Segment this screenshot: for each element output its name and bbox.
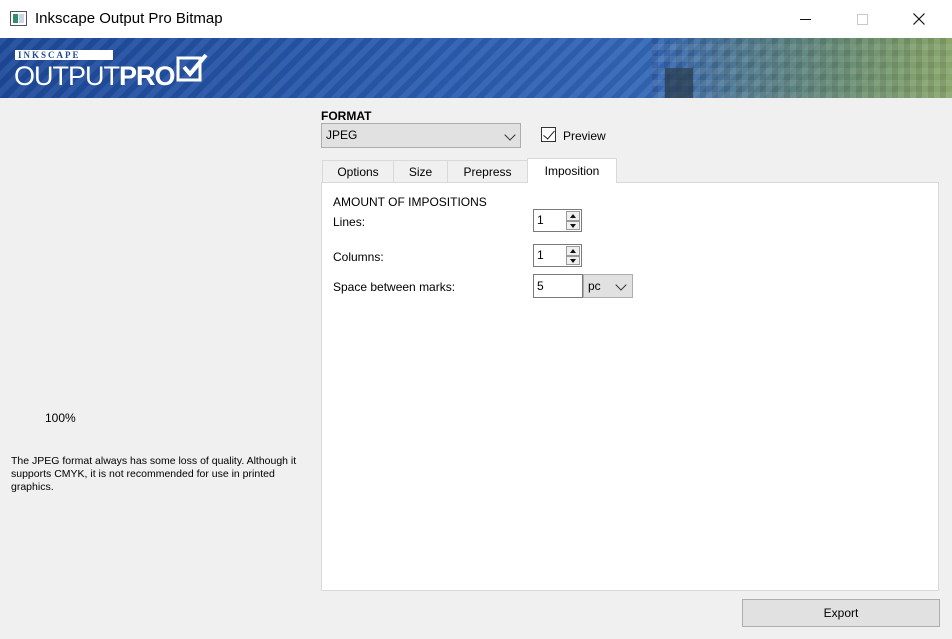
minimize-icon <box>799 18 811 20</box>
format-description: The JPEG format always has some loss of … <box>11 455 297 493</box>
tab-imposition[interactable]: Imposition <box>527 158 617 183</box>
close-icon <box>913 13 925 25</box>
lines-decrement-button[interactable] <box>566 220 580 230</box>
logo-inkscape-text: INKSCAPE <box>15 50 113 60</box>
banner-decoration <box>665 68 693 98</box>
lines-increment-button[interactable] <box>566 211 580 221</box>
section-title: AMOUNT OF IMPOSITIONS <box>333 195 487 209</box>
chevron-down-icon <box>615 279 627 291</box>
lines-spinbox[interactable]: 1 <box>533 209 582 232</box>
format-heading: FORMAT <box>321 109 372 123</box>
columns-increment-button[interactable] <box>566 246 580 256</box>
preview-checkbox[interactable] <box>541 127 556 142</box>
logo-outputpro: OUTPUTPRO <box>14 61 176 91</box>
imposition-panel <box>321 182 939 591</box>
app-icon <box>10 11 27 26</box>
logo-check-icon <box>176 53 208 82</box>
space-between-marks-label: Space between marks: <box>333 280 456 294</box>
chevron-down-icon <box>504 129 516 141</box>
export-button[interactable]: Export <box>742 599 940 627</box>
columns-value: 1 <box>537 248 544 262</box>
lines-value: 1 <box>537 213 544 227</box>
lines-label: Lines: <box>333 215 366 229</box>
window-title: Inkscape Output Pro Bitmap <box>35 10 223 27</box>
close-button[interactable] <box>896 0 942 38</box>
preview-zoom-level: 100% <box>45 411 76 425</box>
space-unit-select[interactable]: pc <box>583 274 633 298</box>
tab-prepress[interactable]: Prepress <box>447 160 528 182</box>
minimize-button[interactable] <box>782 0 828 38</box>
space-unit-value: pc <box>588 279 601 293</box>
banner-pixel-art <box>652 38 952 98</box>
maximize-icon <box>856 13 868 25</box>
space-between-marks-input[interactable]: 5 <box>533 274 583 298</box>
logo-pro-text: PRO <box>119 61 176 91</box>
format-select[interactable]: JPEG <box>321 123 521 148</box>
format-select-value: JPEG <box>326 128 358 142</box>
columns-decrement-button[interactable] <box>566 255 580 265</box>
title-bar: Inkscape Output Pro Bitmap <box>0 0 952 38</box>
tab-options[interactable]: Options <box>322 160 394 182</box>
logo-output-text: OUTPUT <box>14 61 120 91</box>
preview-label: Preview <box>563 129 606 143</box>
columns-label: Columns: <box>333 250 384 264</box>
header-banner: INKSCAPE OUTPUTPRO <box>0 38 952 98</box>
tab-size[interactable]: Size <box>393 160 448 182</box>
maximize-button[interactable] <box>839 0 885 38</box>
columns-spinbox[interactable]: 1 <box>533 244 582 267</box>
